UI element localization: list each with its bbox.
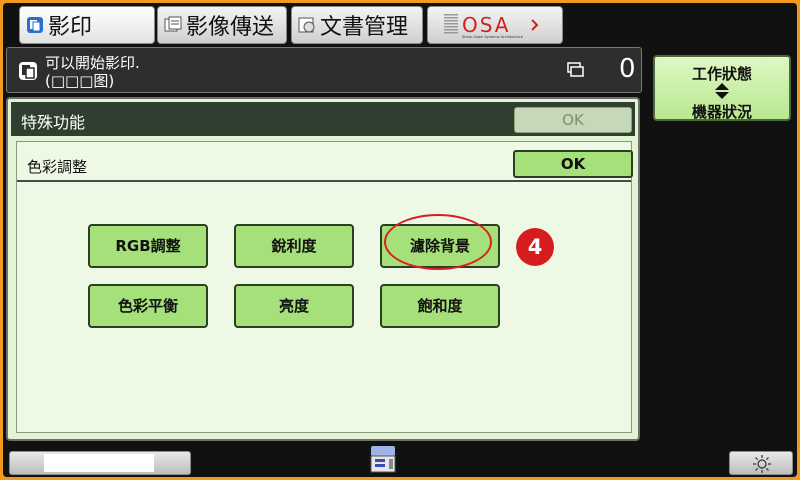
color-adjust-ok-button[interactable]: OK: [513, 150, 633, 178]
bottom-left-button[interactable]: [9, 451, 191, 475]
copier-icon: [19, 62, 37, 80]
bottom-bar: [3, 443, 797, 477]
suppress-background-button[interactable]: 濾除背景: [380, 224, 500, 268]
tab-document-filing[interactable]: 文書管理: [291, 6, 423, 44]
copy-count: 0: [619, 54, 636, 84]
osa-logo-subtext: Sharp Open Systems Architecture: [462, 35, 524, 39]
document-filing-icon: [298, 17, 315, 33]
color-adjust-title: 色彩調整: [27, 158, 88, 176]
brightness-adjust-button[interactable]: [729, 451, 793, 475]
copy-stack-icon: [567, 62, 584, 77]
tab-copy[interactable]: 影印: [19, 6, 155, 44]
status-bar: 可以開始影印. (□□□图) 0: [6, 47, 642, 93]
tab-copy-label: 影印: [48, 15, 93, 40]
divider: [17, 180, 631, 182]
panel-ok-button[interactable]: OK: [514, 107, 632, 133]
brightness-button[interactable]: 亮度: [234, 284, 354, 328]
sharpness-button[interactable]: 銳利度: [234, 224, 354, 268]
bottom-left-field: [44, 454, 154, 472]
job-status-label: 工作狀態: [691, 65, 752, 83]
sun-icon: [753, 455, 771, 473]
saturation-button[interactable]: 飽和度: [380, 284, 500, 328]
mode-tab-bar: 影印 影像傳送 文書管理 OSA Sharp Open Systems Arch…: [3, 3, 797, 47]
tab-document-filing-label: 文書管理: [320, 15, 409, 40]
color-balance-button[interactable]: 色彩平衡: [88, 284, 208, 328]
tab-image-send[interactable]: 影像傳送: [157, 6, 287, 44]
panel-title: 特殊功能: [21, 113, 86, 132]
app-frame: 影印 影像傳送 文書管理 OSA Sharp Open Systems Arch…: [3, 3, 797, 477]
machine-icon[interactable]: [367, 443, 401, 477]
step-badge: 4: [516, 228, 554, 266]
tab-image-send-label: 影像傳送: [186, 15, 275, 40]
rgb-adjust-button[interactable]: RGB調整: [88, 224, 208, 268]
machine-status-label: 機器狀況: [691, 103, 752, 121]
tab-osa[interactable]: OSA Sharp Open Systems Architecture: [427, 6, 563, 44]
osa-logo: OSA Sharp Open Systems Architecture: [444, 13, 539, 39]
up-down-arrows-icon: [715, 83, 729, 99]
job-status-button[interactable]: 工作狀態 機器狀況: [653, 55, 791, 121]
image-send-icon: [164, 16, 182, 32]
special-functions-panel: 特殊功能 OK 色彩調整 OK: [6, 97, 640, 441]
status-detail: (□□□图): [45, 72, 115, 90]
osa-logo-text: OSA: [462, 13, 511, 37]
copy-icon: [27, 17, 43, 33]
